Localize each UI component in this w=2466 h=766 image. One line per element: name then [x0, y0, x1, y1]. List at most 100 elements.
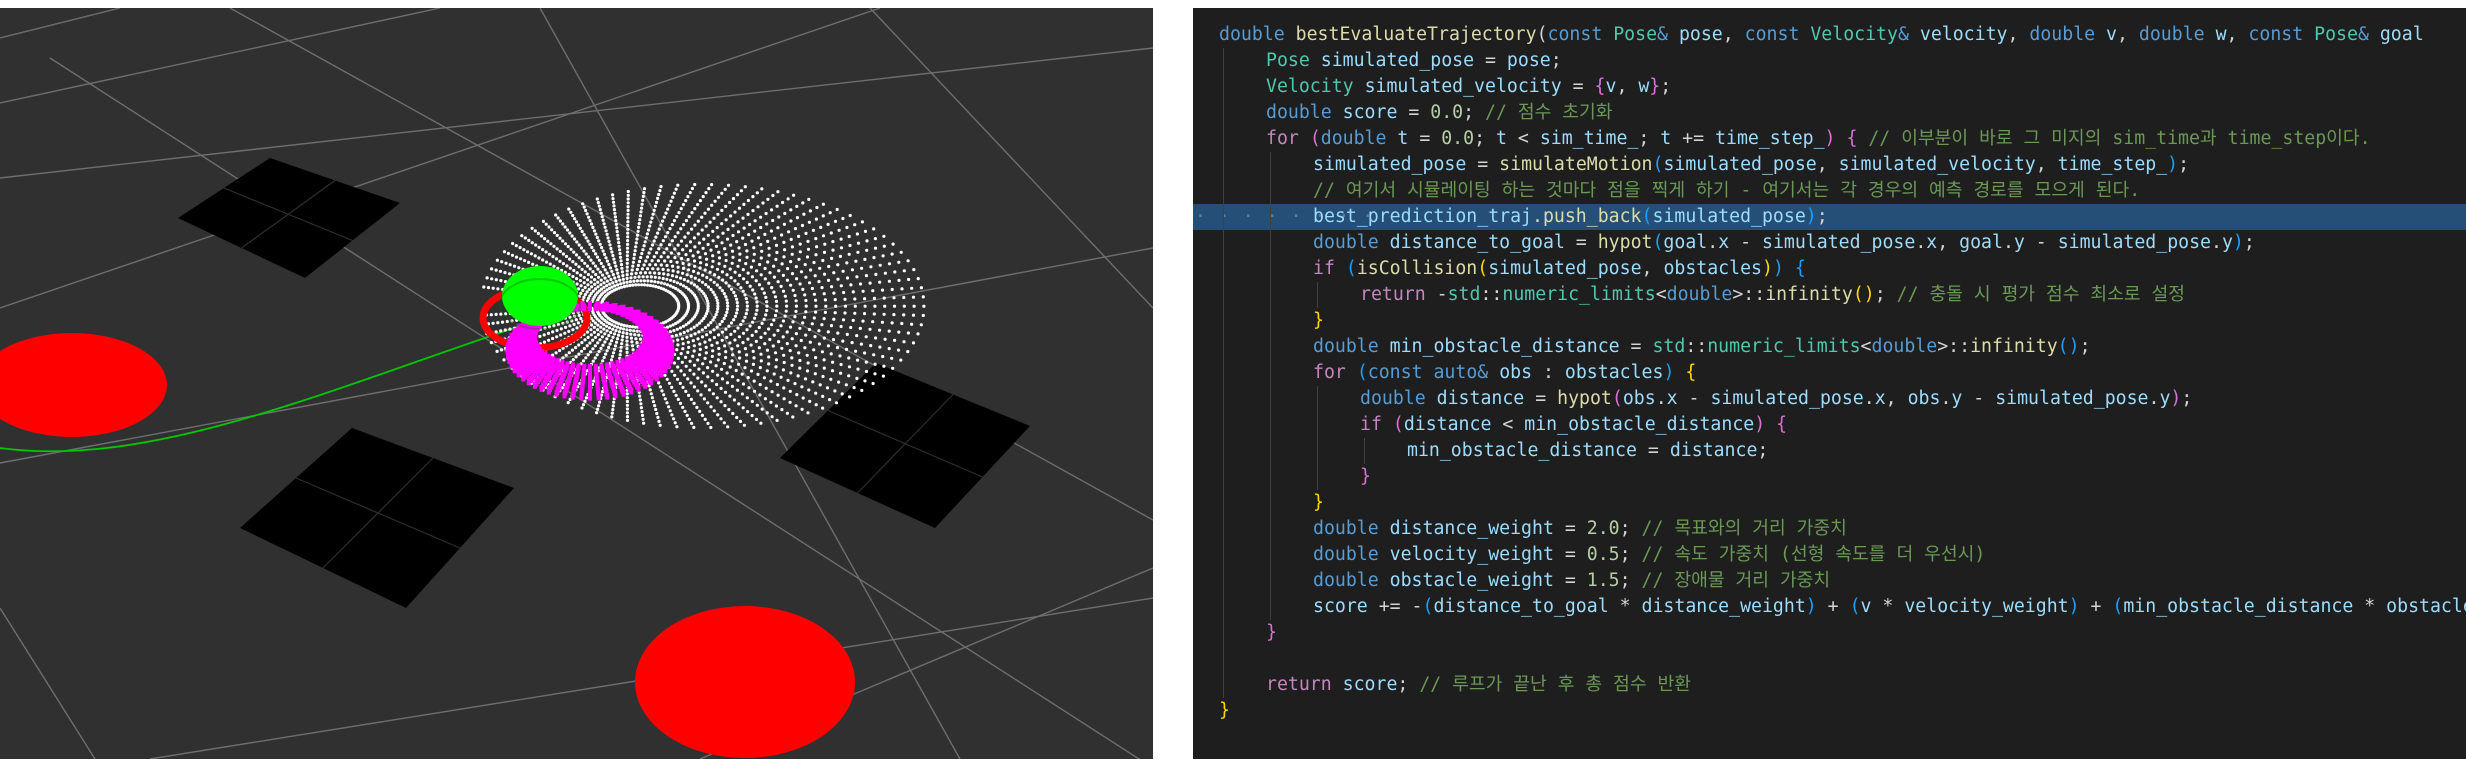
code-token: sim_time_	[1539, 128, 1639, 149]
code-line[interactable]: Pose simulated_pose = pose;	[1193, 48, 2466, 74]
code-line[interactable]: min_obstacle_distance = distance;	[1193, 438, 2466, 464]
code-line[interactable]: double score = 0.0; // 점수 초기화	[1193, 100, 2466, 126]
code-token: v	[1860, 596, 1872, 617]
code-token: +	[1816, 596, 1850, 617]
code-token: }	[1649, 76, 1661, 97]
code-line[interactable]: Velocity simulated_velocity = {v, w};	[1193, 74, 2466, 100]
code-token: numeric_limits	[1502, 284, 1656, 305]
code-line[interactable]: return -std::numeric_limits<double>::inf…	[1193, 282, 2466, 308]
code-line[interactable]: score += -(distance_to_goal * distance_w…	[1193, 594, 2466, 620]
code-token: for	[1313, 362, 1357, 383]
code-token: )	[1754, 414, 1766, 435]
code-line[interactable]: for (double t = 0.0; t < sim_time_; t +=…	[1193, 126, 2466, 152]
scene-canvas[interactable]	[0, 8, 1153, 759]
code-token: ;	[1757, 440, 1769, 461]
code-token: ;	[2243, 232, 2255, 253]
code-token: )	[2068, 596, 2080, 617]
code-token: ::	[1685, 336, 1708, 357]
code-line[interactable]: · · · · · · · · best_prediction_traj.pus…	[1193, 204, 2466, 230]
code-line[interactable]: double obstacle_weight = 1.5; // 장애물 거리 …	[1193, 568, 2466, 594]
code-line[interactable]: double min_obstacle_distance = std::nume…	[1193, 334, 2466, 360]
code-token: =	[1619, 336, 1653, 357]
code-line[interactable]: // 여기서 시뮬레이팅 하는 것마다 점을 찍게 하기 - 여기서는 각 경우…	[1193, 178, 2466, 204]
code-token: ;	[1463, 102, 1486, 123]
code-token: obstacle_weight	[2386, 596, 2466, 617]
indent-guide	[1364, 438, 1365, 464]
grid-line	[0, 8, 121, 39]
code-token: simulated_pose	[1663, 154, 1817, 175]
code-text: }	[1266, 620, 1277, 646]
code-line[interactable]: simulated_pose = simulateMotion(simulate…	[1193, 152, 2466, 178]
code-token: t	[1397, 128, 1409, 149]
code-token: ,	[1722, 24, 1745, 45]
code-token: y	[2221, 232, 2233, 253]
code-token: .	[1707, 232, 1719, 253]
code-line[interactable]: double distance_weight = 2.0; // 목표와의 거리…	[1193, 516, 2466, 542]
code-token: double	[1313, 336, 1390, 357]
code-token: ;	[1874, 284, 1897, 305]
code-token: .	[2002, 232, 2014, 253]
code-token: ,	[2007, 24, 2030, 45]
code-token: // 이부분이 바로 그 미지의 sim_time과 time_step이다.	[1868, 128, 2371, 149]
code-line[interactable]: }	[1193, 308, 2466, 334]
code-token: v	[2106, 24, 2117, 45]
code-token: double	[1320, 128, 1398, 149]
code-line[interactable]: }	[1193, 490, 2466, 516]
code-token: simulated_pose	[1320, 50, 1475, 71]
code-token: velocity	[1919, 24, 2008, 45]
code-token: velocity_weight	[1904, 596, 2069, 617]
code-token: +	[2079, 596, 2113, 617]
code-token: push_back	[1542, 206, 1642, 227]
code-token: =	[1466, 154, 1500, 175]
code-token: .	[1940, 388, 1952, 409]
code-line[interactable]: if (distance < min_obstacle_distance) {	[1193, 412, 2466, 438]
code-line[interactable]: }	[1193, 620, 2466, 646]
code-token: -	[2024, 232, 2058, 253]
code-token: ;	[1619, 544, 1642, 565]
code-token: ,	[1641, 258, 1664, 279]
code-line[interactable]: return score; // 루프가 끝난 후 총 점수 반환	[1193, 672, 2466, 698]
code-line[interactable]: }	[1193, 464, 2466, 490]
code-token: obs	[1622, 388, 1656, 409]
code-token: obstacles	[1564, 362, 1664, 383]
code-token: simulated_pose	[1762, 232, 1916, 253]
code-editor[interactable]: double bestEvaluateTrajectory(const Pose…	[1193, 8, 2466, 759]
code-line[interactable]: for (const auto& obs : obstacles) {	[1193, 360, 2466, 386]
code-line[interactable]: double distance_to_goal = hypot(goal.x -…	[1193, 230, 2466, 256]
code-token: simulated_velocity	[1364, 76, 1562, 97]
code-token: // 여기서 시뮬레이팅 하는 것마다 점을 찍게 하기 - 여기서는 각 경우…	[1313, 180, 2141, 201]
code-token: }	[1313, 310, 1324, 331]
code-text: score += -(distance_to_goal * distance_w…	[1313, 594, 2466, 620]
code-line[interactable]: if (isCollision(simulated_pose, obstacle…	[1193, 256, 2466, 282]
code-token: const	[1547, 24, 1614, 45]
code-token: ::	[1480, 284, 1503, 305]
code-text: min_obstacle_distance = distance;	[1407, 438, 1768, 464]
code-token: infinity	[1765, 284, 1853, 305]
code-token: (	[1536, 24, 1548, 45]
code-token: =	[1524, 388, 1558, 409]
code-token: =	[1397, 102, 1431, 123]
code-token: bestEvaluateTrajectory	[1295, 24, 1537, 45]
code-text: double distance_to_goal = hypot(goal.x -…	[1313, 230, 2255, 256]
code-token: ;	[1638, 128, 1661, 149]
code-token: pose	[1506, 50, 1551, 71]
code-line[interactable]	[1193, 646, 2466, 672]
3d-viewport[interactable]	[0, 8, 1153, 759]
code-line[interactable]: double distance = hypot(obs.x - simulate…	[1193, 386, 2466, 412]
code-token: min_obstacle_distance	[1389, 336, 1620, 357]
code-token: .	[1655, 388, 1667, 409]
code-token: simulated_pose	[1652, 206, 1806, 227]
code-line[interactable]: double velocity_weight = 0.5; // 속도 가중치 …	[1193, 542, 2466, 568]
code-token: =	[1553, 544, 1587, 565]
code-line[interactable]: }	[1193, 698, 2466, 724]
code-token: &	[2357, 24, 2380, 45]
indent-guide	[1317, 386, 1318, 490]
code-line[interactable]: double bestEvaluateTrajectory(const Pose…	[1193, 22, 2466, 48]
code-token: x	[1718, 232, 1730, 253]
code-token: =	[1408, 128, 1442, 149]
code-token: (	[1652, 154, 1664, 175]
code-token: best_prediction_traj	[1313, 206, 1532, 227]
code-token: ,	[1816, 154, 1839, 175]
code-token: hypot	[1557, 388, 1612, 409]
